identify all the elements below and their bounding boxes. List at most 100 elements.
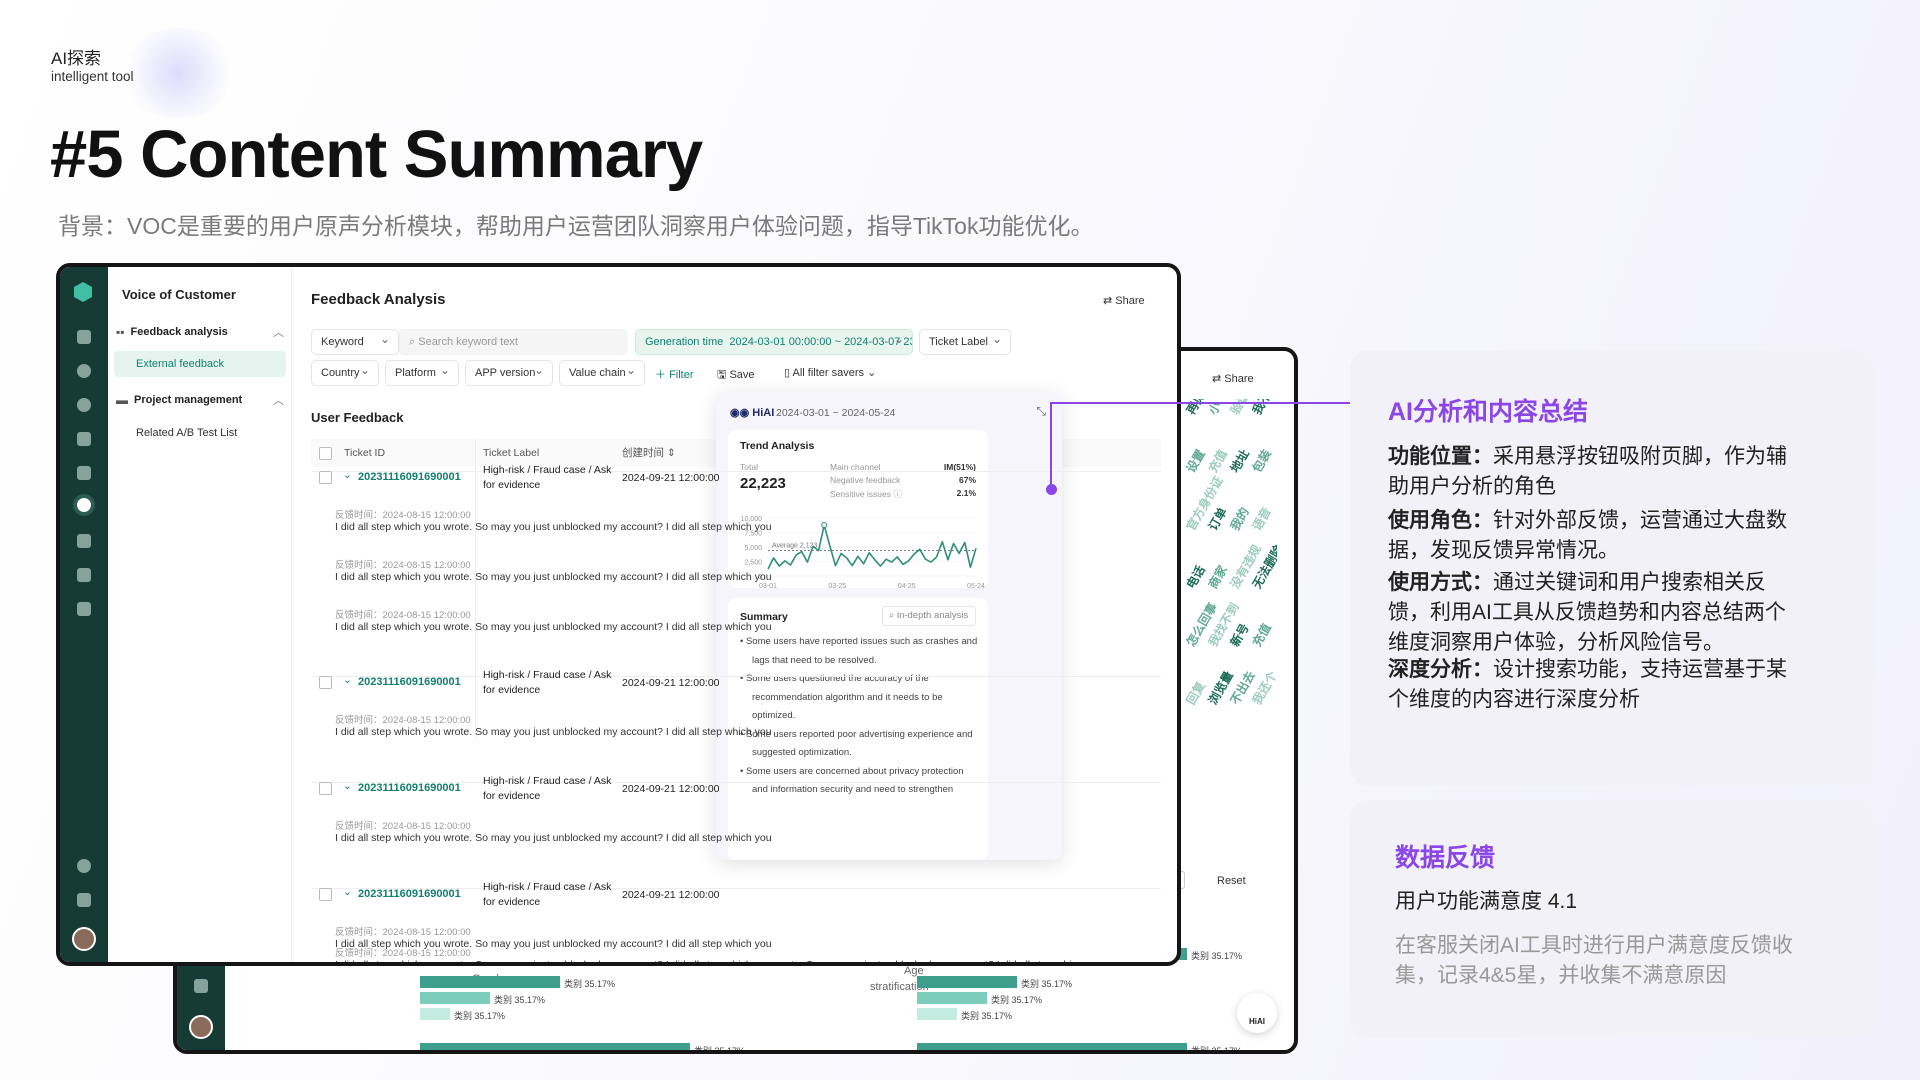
ticket-id[interactable]: 20231116091690001 [358, 782, 461, 794]
summary-bullet-line: optimized. [752, 710, 796, 721]
reset-button[interactable]: Reset [1217, 875, 1246, 887]
back-share-button[interactable]: ⇄ Share [1212, 372, 1254, 385]
country-select[interactable]: Country [311, 358, 379, 386]
ticket-id[interactable]: 20231116091690001 [358, 888, 461, 900]
row-checkbox[interactable] [319, 676, 332, 689]
value-chain-select[interactable]: Value chain [559, 358, 645, 386]
front-app-window: Voice of Customer ▪▪ Feedback analysis ︿… [56, 263, 1181, 966]
col-created-time[interactable]: 创建时间 ⇕ [622, 446, 676, 461]
data-feedback-panel: 数据反馈 用户功能满意度 4.1 在客服关闭AI工具时进行用户满意度反馈收 集，… [1350, 800, 1875, 1038]
feedback-desc-1: 在客服关闭AI工具时进行用户满意度反馈收 [1395, 934, 1793, 957]
created-time: 2024-09-21 12:00:00 [622, 472, 720, 484]
word-cloud-keyword: 充值 [1249, 621, 1274, 649]
nav-project-management[interactable]: ▬ Project management ︿ [116, 392, 284, 408]
hiai-logo: ◉◉ HiAI [730, 407, 775, 419]
peak-marker [821, 521, 828, 528]
avatar[interactable] [72, 927, 96, 951]
bar-value-label: 类别 35.17% [1021, 979, 1073, 989]
created-time: 2024-09-21 12:00:00 [622, 783, 720, 795]
page-title: Feedback Analysis [311, 291, 446, 308]
chat-icon[interactable] [77, 364, 91, 378]
home-icon[interactable] [77, 330, 91, 344]
ticket-label-select[interactable]: Ticket Label [919, 327, 1011, 355]
ai-analysis-item-2-line-1: 使用角色：针对外部反馈，运营通过大盘数 [1388, 509, 1787, 532]
list-icon[interactable] [77, 466, 91, 480]
bell-icon[interactable] [77, 893, 91, 907]
summary-bullet-line: • Some users questioned the accuracy of … [740, 673, 929, 684]
bookmark-icon: ▯ [784, 367, 791, 379]
feedback-time: 反馈时间：2024-08-15 12:00:00 [335, 821, 471, 832]
in-depth-analysis-button[interactable]: ⌕ in-depth analysis [882, 606, 976, 626]
nav-feedback-analysis[interactable]: ▪▪ Feedback analysis ︿ [116, 324, 284, 340]
keyword-select[interactable]: Keyword [311, 327, 399, 355]
nav-external-feedback[interactable]: External feedback [114, 351, 286, 377]
filter-button[interactable]: ＋ Filter [655, 366, 694, 382]
bar-value-label: 类别 35.17% [494, 995, 546, 1005]
distribution-bar [420, 976, 560, 988]
x-tick-label: 03-01 [759, 583, 777, 590]
save-button[interactable]: 🖫 Save [717, 366, 755, 385]
logo-icon [74, 282, 92, 302]
hiai-floating-button[interactable]: HiAI [1237, 993, 1277, 1033]
settings-icon[interactable] [77, 602, 91, 616]
row-checkbox[interactable] [319, 471, 332, 484]
bar-value-label: 类别 35.17% [961, 1011, 1013, 1021]
help-icon[interactable] [77, 859, 91, 873]
feedback-desc-2: 集，记录4&5星，并收集不满意原因 [1395, 964, 1727, 987]
distribution-bar [420, 1008, 450, 1020]
brand-title: AI探索 [51, 49, 102, 68]
collapse-icon[interactable]: ⤡ [1036, 404, 1046, 419]
bell-icon[interactable] [194, 979, 208, 993]
expand-chevron-icon[interactable]: ⌄ [343, 468, 352, 483]
section-title: User Feedback [311, 410, 404, 425]
monitor-icon[interactable] [77, 432, 91, 446]
clock-icon[interactable] [77, 398, 91, 412]
app-version-select[interactable]: APP version [465, 358, 553, 386]
ai-analysis-item-1-line-1: 功能位置：采用悬浮按钮吸附页脚，作为辅 [1388, 445, 1787, 468]
expand-chevron-icon[interactable]: ⌄ [343, 779, 352, 794]
voc-active-icon[interactable] [73, 494, 95, 516]
feedback-time: 反馈时间：2024-08-15 12:00:00 [335, 715, 471, 726]
ai-analysis-panel: AI分析和内容总结 功能位置：采用悬浮按钮吸附页脚，作为辅 助用户分析的角色 使用角… [1350, 350, 1875, 786]
col-ticket-label: Ticket Label [483, 447, 540, 459]
share-button[interactable]: ⇄ Share [1103, 294, 1145, 307]
ticket-label-line2: for evidence [483, 790, 541, 802]
word-cloud-keyword: 包装 [1249, 447, 1274, 475]
bar-chart-icon[interactable] [77, 534, 91, 548]
trend-title: Trend Analysis [740, 440, 815, 452]
sort-icon: ⇕ [666, 447, 676, 459]
all-filter-savers[interactable]: ▯ All filter savers ⌄ [784, 366, 876, 379]
select-all-checkbox[interactable] [319, 447, 332, 460]
connector-horizontal [1050, 402, 1364, 404]
row-checkbox[interactable] [319, 782, 332, 795]
word-cloud-keyword: 地址 [1227, 447, 1252, 475]
generation-time-filter[interactable]: Generation time 2024-03-01 00:00:00 ~ 20… [635, 329, 913, 355]
feedback-text: I did all step which you wrote. So may y… [335, 621, 772, 633]
distribution-bar [917, 992, 987, 1004]
feedback-text: I did all step which you wrote. So may y… [335, 571, 772, 583]
search-input[interactable]: ⌕ Search keyword text [399, 329, 627, 355]
word-cloud-keyword: 设置 [1183, 447, 1208, 475]
word-cloud-keyword: 商家 [1205, 563, 1230, 591]
feedback-time: 反馈时间：2024-08-15 12:00:00 [335, 510, 471, 521]
expand-chevron-icon[interactable]: ⌄ [343, 673, 352, 688]
distribution-bar [420, 992, 490, 1004]
nav-related-ab[interactable]: Related A/B Test List [136, 427, 237, 439]
row-checkbox[interactable] [319, 888, 332, 901]
word-cloud-keyword: 电话 [1183, 563, 1208, 591]
y-tick-label: 5,000 [744, 545, 762, 552]
ai-analysis-item-3-line-1: 使用方式：通过关键词和用户搜索相关反 [1388, 571, 1766, 594]
ticket-id[interactable]: 20231116091690001 [358, 676, 461, 688]
bar-value-label: 类别 35.17% [1191, 951, 1243, 961]
word-cloud-keyword: 回复 [1183, 679, 1208, 707]
feedback-time: 反馈时间：2024-08-15 12:00:00 [335, 927, 471, 938]
ticket-id[interactable]: 20231116091690001 [358, 471, 461, 483]
users-icon[interactable] [77, 568, 91, 582]
created-time: 2024-09-21 12:00:00 [622, 677, 720, 689]
expand-chevron-icon[interactable]: ⌄ [343, 885, 352, 900]
ai-analysis-item-1-line-2: 助用户分析的角色 [1388, 475, 1556, 498]
avatar[interactable] [189, 1015, 213, 1039]
product-name: Voice of Customer [122, 287, 236, 302]
platform-select[interactable]: Platform [385, 358, 459, 386]
ai-date-range: 2024-03-01 ~ 2024-05-24 [776, 407, 896, 419]
